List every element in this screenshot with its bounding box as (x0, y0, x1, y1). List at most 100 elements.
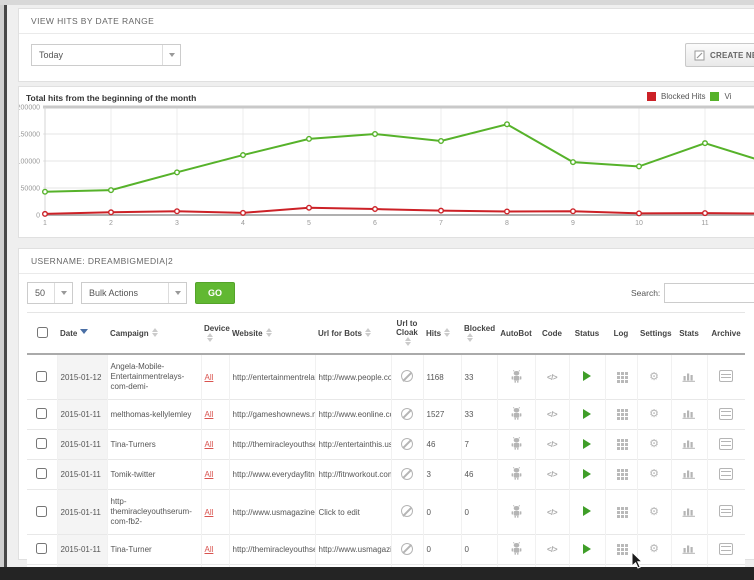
status-play-icon[interactable] (583, 439, 591, 449)
sort-icon (207, 333, 214, 342)
settings-gear-icon[interactable]: ⚙ (649, 468, 659, 480)
row-checkbox[interactable] (36, 371, 47, 382)
chevron-down-icon (162, 45, 180, 65)
device-all-link[interactable]: All (205, 508, 214, 517)
row-checkbox[interactable] (36, 408, 47, 419)
go-button[interactable]: GO (195, 282, 235, 304)
page-size-value: 50 (28, 288, 45, 298)
status-play-icon[interactable] (583, 469, 591, 479)
row-checkbox[interactable] (36, 543, 47, 554)
archive-icon[interactable] (719, 438, 733, 450)
col-campaign[interactable]: Campaign (107, 313, 201, 355)
window-left-border (4, 0, 7, 580)
status-play-icon[interactable] (583, 506, 591, 516)
archive-icon[interactable] (719, 370, 733, 382)
cell-url-for-bots: http://entertainthis.usatod... (315, 430, 391, 460)
table-toolbar: 50 Bulk Actions GO Search: (19, 274, 754, 310)
status-play-icon[interactable] (583, 409, 591, 419)
settings-gear-icon[interactable]: ⚙ (649, 371, 659, 383)
log-icon[interactable] (617, 507, 620, 510)
select-all-checkbox[interactable] (37, 327, 48, 338)
stats-icon[interactable] (682, 543, 696, 554)
archive-icon[interactable] (719, 543, 733, 555)
autobot-icon[interactable] (510, 542, 523, 555)
archive-icon[interactable] (719, 468, 733, 480)
cloak-disabled-icon[interactable] (401, 468, 413, 480)
autobot-icon[interactable] (510, 467, 523, 480)
stats-icon[interactable] (682, 438, 696, 449)
device-all-link[interactable]: All (205, 440, 214, 449)
settings-gear-icon[interactable]: ⚙ (649, 408, 659, 420)
stats-icon[interactable] (682, 408, 696, 419)
create-new-campaign-label: CREATE NEW CAMPAIGN (710, 51, 754, 60)
col-url-to-cloak[interactable]: Url to Cloak (391, 313, 423, 355)
create-new-campaign-button[interactable]: CREATE NEW CAMPAIGN (685, 43, 754, 67)
cell-date: 2015-01-12 (57, 354, 107, 400)
autobot-icon[interactable] (510, 407, 523, 420)
col-website[interactable]: Website (229, 313, 315, 355)
cell-url-for-bots: Click to edit (315, 490, 391, 535)
col-hits[interactable]: Hits (423, 313, 461, 355)
archive-icon[interactable] (719, 408, 733, 420)
col-stats: Stats (671, 313, 707, 355)
device-all-link[interactable]: All (205, 373, 214, 382)
status-play-icon[interactable] (583, 544, 591, 554)
code-icon[interactable]: </> (547, 470, 557, 479)
cell-website: http://gameshownews.net (229, 400, 315, 430)
cloak-disabled-icon[interactable] (401, 370, 413, 382)
log-icon[interactable] (617, 409, 620, 412)
row-checkbox[interactable] (36, 438, 47, 449)
app-screen: VIEW HITS BY DATE RANGE Today CREATE NEW… (0, 0, 754, 580)
search-input[interactable] (664, 283, 754, 303)
cloak-disabled-icon[interactable] (401, 543, 413, 555)
cell-website: http://www.everydayfitnes... (229, 460, 315, 490)
device-all-link[interactable]: All (205, 410, 214, 419)
mouse-cursor (630, 551, 643, 570)
status-play-icon[interactable] (583, 371, 591, 381)
col-url-for-bots[interactable]: Url for Bots (315, 313, 391, 355)
row-checkbox[interactable] (36, 468, 47, 479)
autobot-icon[interactable] (510, 505, 523, 518)
stats-icon[interactable] (682, 468, 696, 479)
archive-icon[interactable] (719, 505, 733, 517)
log-icon[interactable] (617, 372, 620, 375)
date-range-select[interactable]: Today (31, 44, 181, 66)
device-all-link[interactable]: All (205, 470, 214, 479)
code-icon[interactable]: </> (547, 373, 557, 382)
svg-text:100000: 100000 (19, 159, 40, 166)
settings-gear-icon[interactable]: ⚙ (649, 438, 659, 450)
chevron-down-icon (168, 283, 186, 303)
settings-gear-icon[interactable]: ⚙ (649, 506, 659, 518)
cell-date: 2015-01-11 (57, 460, 107, 490)
col-date[interactable]: Date (57, 313, 107, 355)
log-icon[interactable] (617, 439, 620, 442)
device-all-link[interactable]: All (205, 545, 214, 554)
stats-icon[interactable] (682, 371, 696, 382)
autobot-icon[interactable] (510, 437, 523, 450)
username-heading: USERNAME: DREAMBIGMEDIA|2 (19, 249, 754, 274)
row-checkbox[interactable] (36, 506, 47, 517)
sort-icon (365, 328, 372, 337)
svg-text:9: 9 (571, 220, 575, 227)
code-icon[interactable]: </> (547, 545, 557, 554)
code-icon[interactable]: </> (547, 410, 557, 419)
code-icon[interactable]: </> (547, 440, 557, 449)
sort-icon (152, 328, 159, 337)
cell-website: http://themiracleyouthser... (229, 535, 315, 565)
col-device[interactable]: Device (201, 313, 229, 355)
autobot-icon[interactable] (510, 370, 523, 383)
table-row: 2015-01-11 melthomas-kellylemley All htt… (27, 400, 745, 430)
log-icon[interactable] (617, 469, 620, 472)
bulk-actions-select[interactable]: Bulk Actions (81, 282, 187, 304)
cell-campaign: http-themiracleyouthserum-com-fb2- (107, 490, 201, 535)
cloak-disabled-icon[interactable] (401, 408, 413, 420)
cell-url-for-bots: http://fitnworkout.com/ (315, 460, 391, 490)
col-blocked[interactable]: Blocked (461, 313, 497, 355)
settings-gear-icon[interactable]: ⚙ (649, 543, 659, 555)
cloak-disabled-icon[interactable] (401, 438, 413, 450)
log-icon[interactable] (617, 544, 620, 547)
cloak-disabled-icon[interactable] (401, 505, 413, 517)
page-size-select[interactable]: 50 (27, 282, 73, 304)
code-icon[interactable]: </> (547, 508, 557, 517)
stats-icon[interactable] (682, 506, 696, 517)
